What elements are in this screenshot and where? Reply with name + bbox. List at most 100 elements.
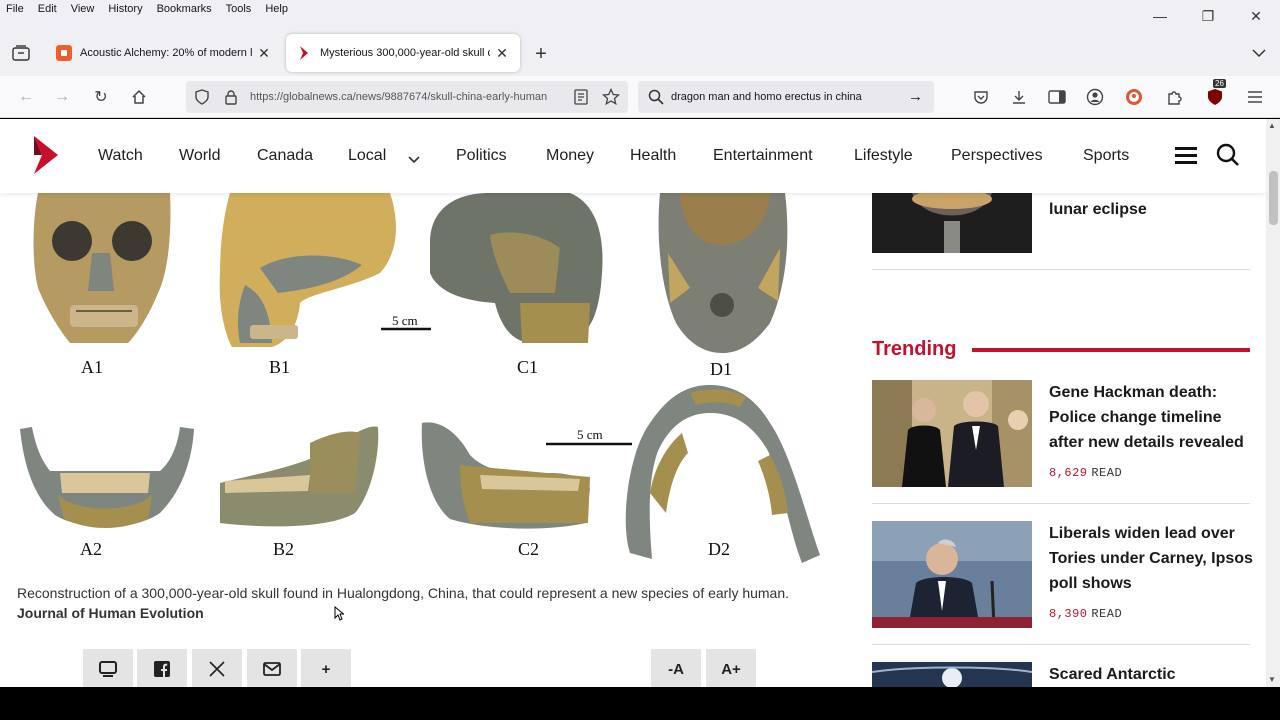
nav-perspectives[interactable]: Perspectives: [951, 147, 1043, 165]
figure-caption: Reconstruction of a 300,000-year-old sku…: [17, 583, 817, 623]
menu-bar: File Edit View History Bookmarks Tools H…: [0, 0, 1280, 18]
story-thumbnail-image[interactable]: [872, 193, 1032, 253]
tab-mysterious-skull[interactable]: Mysterious 300,000-year-old skull could …: [286, 34, 520, 72]
reload-icon[interactable]: ↻: [89, 86, 113, 108]
forward-icon[interactable]: →: [50, 86, 74, 108]
ublock-origin-icon[interactable]: 26: [1204, 79, 1226, 108]
menu-bookmarks[interactable]: Bookmarks: [157, 3, 212, 15]
nav-health[interactable]: Health: [630, 147, 676, 165]
window-controls: — ❐ ✕: [1136, 0, 1280, 32]
globalnews-favicon-icon: [296, 45, 312, 61]
label-a1: A1: [81, 357, 103, 377]
global-news-logo-icon[interactable]: [32, 136, 62, 174]
close-window-icon[interactable]: ✕: [1232, 0, 1280, 32]
x-share-button[interactable]: [192, 649, 242, 687]
skull-d1: [658, 193, 788, 353]
scroll-up-arrow-icon[interactable]: ▲: [1268, 121, 1276, 130]
menu-help[interactable]: Help: [265, 3, 288, 15]
increase-font-button[interactable]: A+: [706, 649, 756, 687]
mouse-cursor-icon: [334, 605, 345, 626]
nav-money[interactable]: Money: [546, 147, 594, 165]
list-all-tabs-icon[interactable]: [1252, 44, 1266, 60]
close-tab-icon[interactable]: ✕: [256, 45, 272, 62]
blogger-favicon-icon: [56, 45, 72, 61]
mandible-a2: [20, 427, 194, 528]
nav-sports[interactable]: Sports: [1083, 147, 1129, 165]
nav-politics[interactable]: Politics: [456, 147, 507, 165]
story-thumbnail-image[interactable]: [872, 380, 1032, 487]
mandible-b2: [220, 426, 379, 527]
restore-icon[interactable]: ❐: [1184, 0, 1232, 32]
new-tab-icon[interactable]: +: [530, 44, 552, 64]
bookmark-star-icon[interactable]: [601, 87, 621, 109]
scale-label-top: 5 cm: [392, 313, 418, 328]
facebook-icon: [154, 661, 170, 677]
tab-acoustic-alchemy[interactable]: Acoustic Alchemy: 20% of modern huma ✕: [46, 34, 282, 72]
reader-view-icon[interactable]: [574, 89, 588, 108]
duckduckgo-extension-icon[interactable]: [1123, 86, 1145, 108]
story-thumbnail-image[interactable]: [872, 662, 1032, 687]
search-query-text: dragon man and homo erectus in china: [671, 91, 862, 103]
scrollbar-thumb[interactable]: [1269, 171, 1278, 225]
back-icon[interactable]: ←: [14, 86, 38, 108]
navigation-toolbar: ← → ↻ https://globalnews.ca/news/9887674…: [0, 76, 1280, 118]
menu-file[interactable]: File: [6, 3, 24, 15]
decrease-font-button[interactable]: -A: [651, 649, 701, 687]
label-a2: A2: [80, 539, 102, 559]
label-b2: B2: [273, 539, 294, 559]
minimize-icon[interactable]: —: [1136, 0, 1184, 32]
menu-view[interactable]: View: [71, 3, 95, 15]
close-tab-icon[interactable]: ✕: [494, 45, 510, 62]
label-d2: D2: [708, 539, 730, 559]
screen-bottom-bar: [0, 687, 1280, 720]
tracking-protection-shield-icon[interactable]: [194, 89, 210, 108]
read-count-label: READ: [1091, 466, 1123, 480]
account-icon[interactable]: [1084, 86, 1106, 108]
nav-local[interactable]: Local: [348, 147, 386, 165]
divider: [872, 503, 1250, 504]
comment-share-button[interactable]: [83, 649, 133, 687]
trending-rule: [972, 348, 1250, 352]
story-title[interactable]: Scared Antarctic: [1049, 662, 1254, 687]
trending-heading: Trending: [872, 338, 957, 360]
nav-watch[interactable]: Watch: [98, 147, 143, 165]
caption-text: Reconstruction of a 300,000-year-old sku…: [17, 585, 790, 601]
nav-entertainment[interactable]: Entertainment: [713, 147, 813, 165]
more-share-button[interactable]: +: [301, 649, 351, 687]
scroll-down-arrow-icon[interactable]: ▼: [1268, 675, 1276, 684]
padlock-icon[interactable]: [224, 89, 238, 108]
read-count-number: 8,629: [1049, 466, 1088, 480]
comment-icon: [99, 661, 117, 677]
web-page: Watch World Canada Local Politics Money …: [0, 119, 1266, 687]
story-title[interactable]: lunar eclipse: [1049, 197, 1254, 222]
site-search-icon[interactable]: [1216, 143, 1240, 172]
app-menu-icon[interactable]: [1244, 86, 1266, 108]
story-title[interactable]: Gene Hackman death: Police change timeli…: [1049, 380, 1254, 455]
search-bar[interactable]: dragon man and homo erectus in china →: [638, 81, 934, 113]
downloads-icon[interactable]: [1008, 86, 1030, 108]
email-share-button[interactable]: [247, 649, 297, 687]
label-b1: B1: [269, 357, 290, 377]
site-menu-icon[interactable]: [1175, 147, 1197, 165]
extensions-puzzle-icon[interactable]: [1164, 86, 1186, 108]
menu-tools[interactable]: Tools: [226, 3, 252, 15]
plus-icon: +: [321, 660, 331, 678]
chevron-down-icon[interactable]: [408, 151, 420, 169]
facebook-share-button[interactable]: [137, 649, 187, 687]
scale-label-bottom: 5 cm: [577, 427, 603, 442]
menu-history[interactable]: History: [108, 3, 142, 15]
nav-lifestyle[interactable]: Lifestyle: [854, 147, 913, 165]
home-icon[interactable]: [127, 86, 151, 108]
url-bar[interactable]: https://globalnews.ca/news/9887674/skull…: [186, 81, 628, 113]
story-thumbnail-image[interactable]: [872, 521, 1032, 628]
skull-b1: [219, 193, 396, 347]
pocket-icon[interactable]: [970, 86, 992, 108]
page-scrollbar[interactable]: ▲ ▼: [1266, 119, 1280, 687]
firefox-view-icon[interactable]: [10, 42, 32, 64]
menu-edit[interactable]: Edit: [38, 3, 57, 15]
sidebar-toggle-icon[interactable]: [1046, 86, 1068, 108]
story-title[interactable]: Liberals widen lead over Tories under Ca…: [1049, 521, 1254, 596]
nav-canada[interactable]: Canada: [257, 147, 313, 165]
nav-world[interactable]: World: [179, 147, 221, 165]
search-go-arrow-icon[interactable]: →: [908, 88, 923, 105]
